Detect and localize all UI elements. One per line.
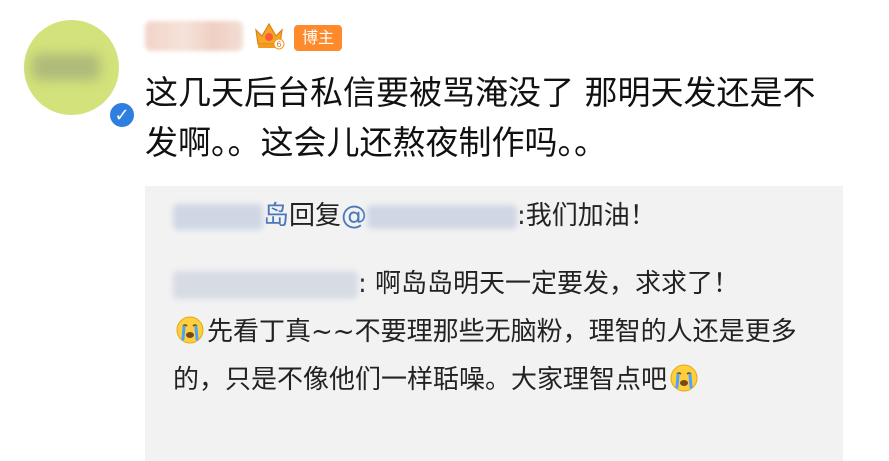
- verified-badge-icon: ✓: [107, 100, 137, 130]
- svg-text:6: 6: [276, 40, 281, 49]
- mentioned-user-blurred[interactable]: [367, 204, 518, 229]
- avatar[interactable]: ✓: [24, 20, 137, 130]
- reply-header-line: 岛回复@ :我们加油！: [173, 192, 656, 240]
- crying-emoji-icon: [670, 364, 698, 392]
- author-name-blurred[interactable]: [145, 21, 243, 51]
- at-symbol[interactable]: @: [341, 201, 367, 231]
- quote-first-line: : 啊岛岛明天一定要发，求求了！: [173, 260, 739, 308]
- reply-text: :我们加油！: [517, 201, 656, 231]
- crying-emoji-icon: [176, 316, 204, 344]
- reply-author-blurred[interactable]: [173, 203, 263, 230]
- quote-body-continued: 先看丁真~~不要理那些无脑粉，理智的人还是更多的，只是不像他们一样聒噪。大家理智…: [173, 308, 823, 404]
- quote-colon: :: [358, 269, 367, 299]
- reply-word: 回复: [289, 201, 342, 231]
- avatar-blurred-name: [32, 54, 100, 80]
- reply-author-suffix[interactable]: 岛: [263, 201, 289, 231]
- quote-author-blurred[interactable]: [173, 270, 358, 299]
- quote-body: [173, 118, 823, 166]
- quote-text-part2: 先看丁真~~不要理那些无脑粉，理智的人还是更多的，只是不像他们一样聒噪。大家理智…: [173, 317, 797, 395]
- blogger-tag: 博主: [294, 25, 343, 51]
- quote-text-part1: 啊岛岛明天一定要发，求求了！: [366, 269, 740, 299]
- crown-level-icon: 6: [255, 22, 285, 50]
